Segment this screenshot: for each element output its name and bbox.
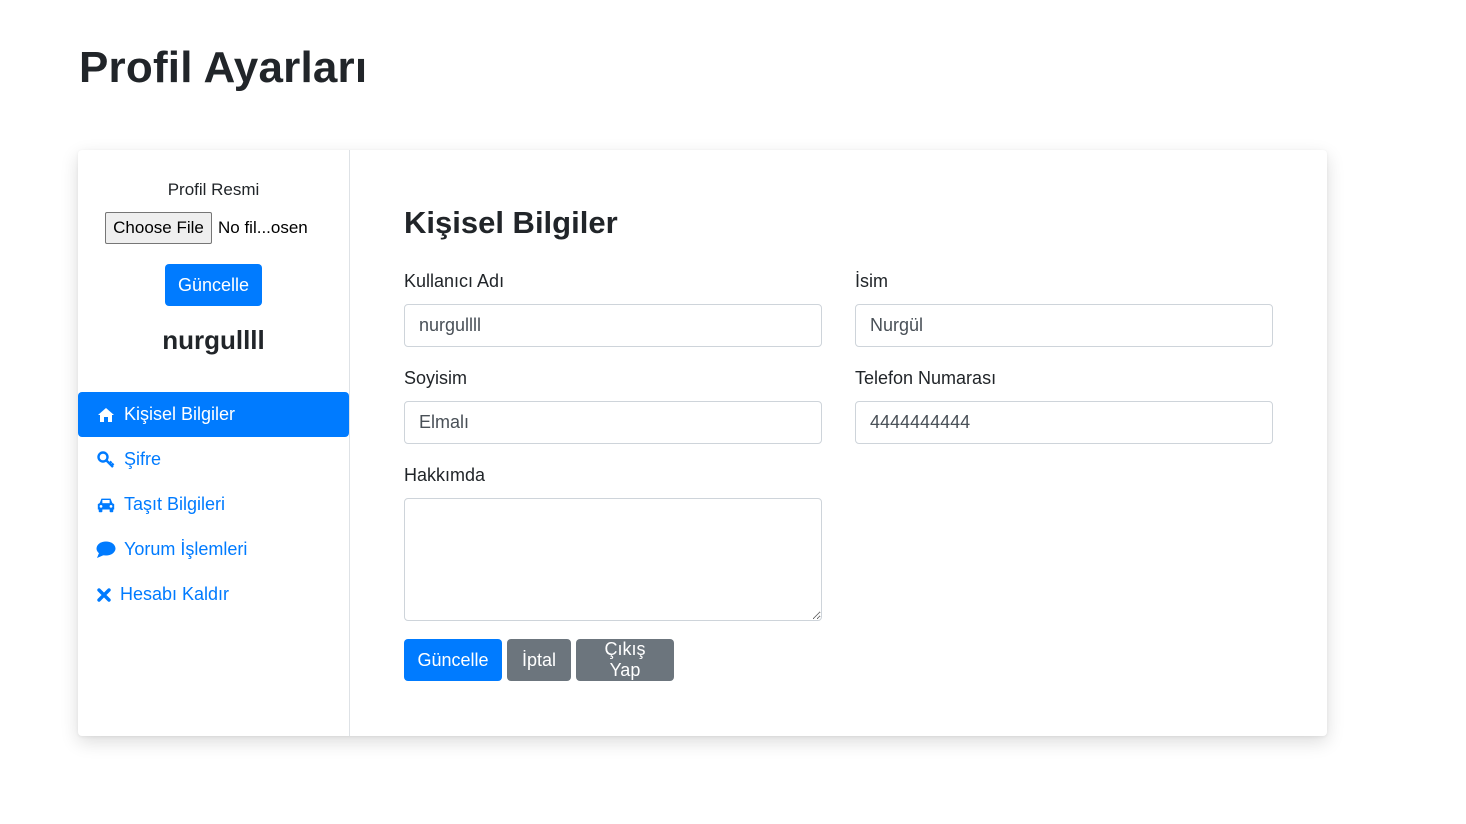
sidebar-item-password[interactable]: Şifre — [78, 437, 349, 482]
main-content: Kişisel Bilgiler Kullanıcı Adı İsim Soyi… — [350, 150, 1327, 736]
sidebar-item-label: Taşıt Bilgileri — [124, 494, 226, 514]
sidebar-nav: Kişisel Bilgiler Şifre Taşıt Bilgileri Y… — [78, 392, 349, 617]
name-label: İsim — [855, 271, 888, 291]
page-title: Profil Ayarları — [79, 43, 368, 92]
about-label: Hakkımda — [404, 465, 486, 485]
home-icon — [96, 405, 116, 425]
sidebar-item-label: Kişisel Bilgiler — [124, 404, 236, 424]
key-icon — [96, 450, 116, 470]
surname-input[interactable] — [404, 401, 822, 444]
sidebar-item-delete-account[interactable]: Hesabı Kaldır — [78, 572, 349, 617]
profile-picture-update-button[interactable]: Güncelle — [165, 264, 262, 306]
choose-file-button[interactable]: Choose File — [105, 212, 212, 244]
sidebar-item-vehicle-info[interactable]: Taşıt Bilgileri — [78, 482, 349, 527]
surname-label: Soyisim — [404, 368, 468, 388]
sidebar: Profil Resmi Choose File No fil...osen G… — [78, 150, 350, 736]
sidebar-item-label: Hesabı Kaldır — [120, 584, 230, 604]
section-title: Kişisel Bilgiler — [404, 205, 618, 240]
profile-picture-label: Profil Resmi — [167, 180, 260, 199]
form-actions: Güncelle İptal Çıkış Yap — [404, 639, 674, 681]
phone-label: Telefon Numarası — [855, 368, 997, 388]
profile-card: Profil Resmi Choose File No fil...osen G… — [78, 150, 1327, 736]
file-status: No fil...osen — [218, 218, 308, 237]
sidebar-item-personal-info[interactable]: Kişisel Bilgiler — [78, 392, 349, 437]
name-input[interactable] — [855, 304, 1273, 347]
logout-button[interactable]: Çıkış Yap — [576, 639, 674, 681]
close-icon — [96, 585, 112, 605]
sidebar-item-comments[interactable]: Yorum İşlemleri — [78, 527, 349, 572]
sidebar-item-label: Yorum İşlemleri — [124, 539, 248, 559]
car-icon — [96, 495, 116, 515]
sidebar-item-label: Şifre — [124, 449, 162, 469]
username-input[interactable] — [404, 304, 822, 347]
about-textarea[interactable] — [404, 498, 822, 621]
username-display: nurgullll — [162, 325, 265, 355]
cancel-button[interactable]: İptal — [507, 639, 571, 681]
phone-input[interactable] — [855, 401, 1273, 444]
comment-icon — [96, 540, 116, 560]
username-label: Kullanıcı Adı — [404, 271, 505, 291]
update-button[interactable]: Güncelle — [404, 639, 502, 681]
file-upload: Choose File No fil...osen — [105, 212, 308, 244]
